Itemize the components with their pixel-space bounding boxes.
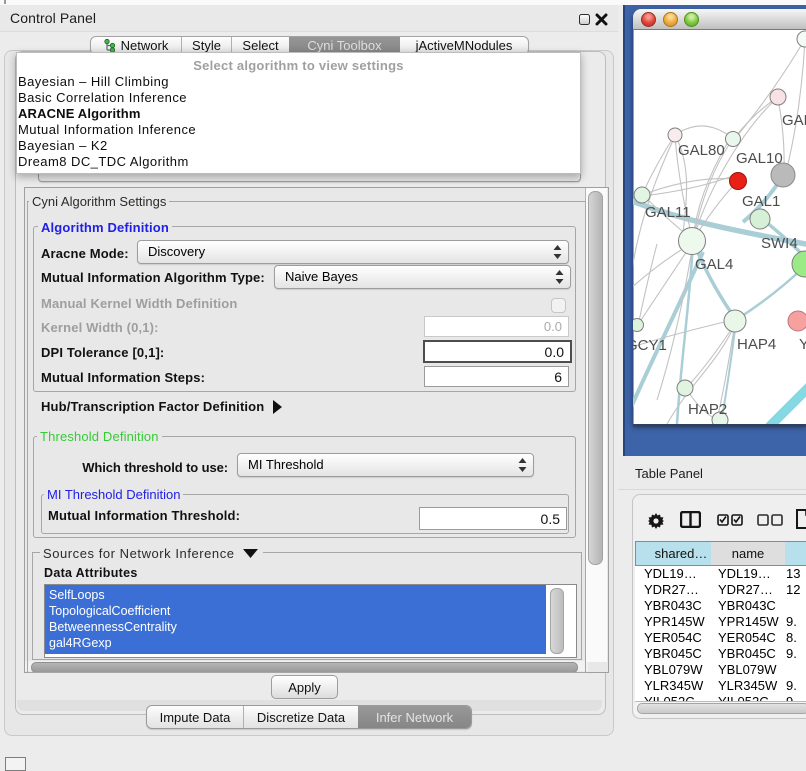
svg-text:HAP2: HAP2 [688, 401, 727, 418]
svg-text:GAL10: GAL10 [736, 150, 783, 167]
svg-text:GCY1: GCY1 [633, 337, 667, 354]
svg-text:HAP4: HAP4 [737, 336, 776, 353]
svg-text:Y: Y [799, 336, 806, 353]
svg-text:GAL1: GAL1 [742, 193, 780, 210]
svg-text:GAL: GAL [782, 112, 806, 129]
svg-text:GAL80: GAL80 [678, 142, 725, 159]
svg-text:SWI4: SWI4 [761, 235, 798, 252]
svg-text:GAL4: GAL4 [695, 256, 733, 273]
svg-text:GAL11: GAL11 [645, 204, 691, 221]
